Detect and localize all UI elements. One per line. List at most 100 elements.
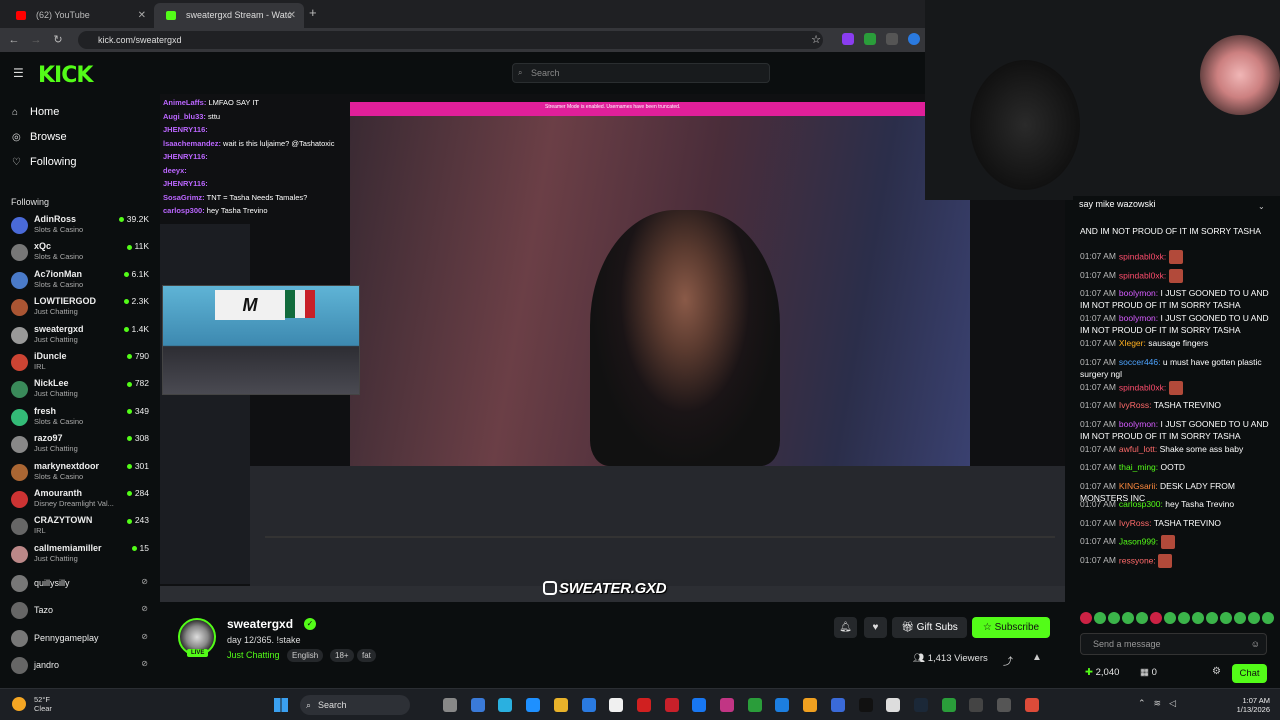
tag-18plus[interactable]: 18+ bbox=[330, 649, 354, 662]
chat-username[interactable]: boolymon: bbox=[1119, 288, 1158, 298]
stream-category[interactable]: Just Chatting bbox=[227, 650, 280, 660]
emote-icon[interactable] bbox=[1248, 612, 1260, 624]
emote-icon[interactable] bbox=[1220, 612, 1232, 624]
taskbar-app-icon[interactable] bbox=[1024, 698, 1039, 712]
chat-username[interactable]: spindabl0xk: bbox=[1119, 251, 1166, 261]
taskbar-app-icon[interactable] bbox=[775, 698, 790, 712]
chat-username[interactable]: soccer446: bbox=[1119, 357, 1161, 367]
clips-counter[interactable]: ▦ 0 bbox=[1140, 667, 1157, 678]
taskbar-app-icon[interactable] bbox=[858, 698, 873, 712]
chat-send-button[interactable]: Chat bbox=[1232, 664, 1267, 683]
system-tray[interactable]: ⌃≋◁ bbox=[1138, 698, 1184, 709]
chat-username[interactable]: awful_lott: bbox=[1119, 444, 1157, 454]
emote-icon[interactable] bbox=[1136, 612, 1148, 624]
taskbar-app-icon[interactable] bbox=[886, 698, 901, 712]
gift-subs-button[interactable]: 🎁︎ Gift Subs bbox=[892, 617, 967, 638]
chat-username[interactable]: boolymon: bbox=[1119, 313, 1158, 323]
share-icon[interactable]: ⤴ bbox=[1003, 653, 1013, 668]
emote-icon[interactable] bbox=[1094, 612, 1106, 624]
chat-input[interactable]: Send a message ☺ bbox=[1080, 633, 1267, 655]
reload-icon[interactable]: ↻ bbox=[50, 32, 66, 48]
close-icon[interactable]: ✕ bbox=[288, 3, 296, 28]
chat-username[interactable]: carlosp300: bbox=[1119, 499, 1163, 509]
tag-english[interactable]: English bbox=[287, 649, 324, 662]
windows-start-icon[interactable] bbox=[274, 698, 288, 712]
chat-username[interactable]: IvyRoss: bbox=[1119, 518, 1152, 528]
taskbar-app-icon[interactable] bbox=[636, 698, 651, 712]
tab-kick[interactable]: sweatergxd Stream - Watc ✕ bbox=[154, 3, 304, 28]
close-icon[interactable]: ✕ bbox=[138, 3, 146, 28]
nav-browse[interactable]: ◎ Browse bbox=[12, 131, 67, 143]
following-channel[interactable]: Ac7ionMan Slots & Casino 6.1K bbox=[0, 267, 160, 294]
pinned-message[interactable]: say mike wazowski bbox=[1079, 199, 1156, 209]
following-channel-offline[interactable]: jandro ⊘ bbox=[0, 652, 160, 679]
emote-icon[interactable] bbox=[1122, 612, 1134, 624]
taskbar-app-icon[interactable] bbox=[553, 698, 568, 712]
following-channel-offline[interactable]: Tazo ⊘ bbox=[0, 597, 160, 624]
emote-icon[interactable] bbox=[1164, 612, 1176, 624]
emote-icon[interactable] bbox=[1206, 612, 1218, 624]
following-channel[interactable]: iDuncle IRL 790 bbox=[0, 349, 160, 376]
taskbar-app-icon[interactable] bbox=[526, 698, 541, 712]
taskbar-app-icon[interactable] bbox=[941, 698, 956, 712]
chat-username[interactable]: spindabl0xk: bbox=[1119, 270, 1166, 280]
tab-youtube[interactable]: (62) YouTube ✕ bbox=[4, 3, 154, 28]
streamer-name[interactable]: sweatergxd bbox=[227, 617, 293, 631]
extension-icon[interactable] bbox=[908, 33, 920, 45]
following-channel[interactable]: fresh Slots & Casino 349 bbox=[0, 404, 160, 431]
chat-username[interactable]: thai_ming: bbox=[1119, 462, 1158, 472]
emote-icon[interactable] bbox=[1262, 612, 1274, 624]
heart-icon[interactable]: ♥ bbox=[864, 617, 887, 638]
following-channel[interactable]: xQc Slots & Casino 11K bbox=[0, 239, 160, 266]
search-input[interactable]: ⌕ Search bbox=[512, 63, 770, 83]
taskbar-app-icon[interactable] bbox=[803, 698, 818, 712]
taskbar-app-icon[interactable] bbox=[830, 698, 845, 712]
following-channel-offline[interactable]: Pennygameplay ⊘ bbox=[0, 625, 160, 652]
back-icon[interactable]: ← bbox=[6, 32, 22, 48]
taskbar-app-icon[interactable] bbox=[747, 698, 762, 712]
extension-icon[interactable] bbox=[886, 33, 898, 45]
hamburger-menu-icon[interactable]: ☰ bbox=[13, 66, 24, 80]
taskbar-app-icon[interactable] bbox=[969, 698, 984, 712]
report-icon[interactable]: ▲ bbox=[1032, 652, 1042, 663]
following-channel[interactable]: razo97 Just Chatting 308 bbox=[0, 431, 160, 458]
taskbar-app-icon[interactable] bbox=[720, 698, 734, 712]
following-channel[interactable]: markynextdoor Slots & Casino 301 bbox=[0, 459, 160, 486]
chat-username[interactable]: Jason999: bbox=[1119, 536, 1158, 546]
weather-widget[interactable]: 52°F Clear bbox=[34, 695, 52, 713]
extension-icon[interactable] bbox=[864, 33, 876, 45]
subscribe-button[interactable]: ☆ Subscribe bbox=[972, 617, 1050, 638]
taskbar-app-icon[interactable] bbox=[470, 698, 485, 712]
following-channel[interactable]: NickLee Just Chatting 782 bbox=[0, 376, 160, 403]
chat-username[interactable]: Xleger: bbox=[1119, 338, 1146, 348]
emote-icon[interactable] bbox=[1192, 612, 1204, 624]
tag-fat[interactable]: fat bbox=[357, 649, 376, 662]
following-channel[interactable]: AdinRoss Slots & Casino 39.2K bbox=[0, 212, 160, 239]
following-channel[interactable]: CRAZYTOWN IRL 243 bbox=[0, 513, 160, 540]
chat-username[interactable]: ressyone: bbox=[1119, 555, 1156, 565]
taskbar-app-icon[interactable] bbox=[913, 698, 928, 712]
taskbar-app-icon[interactable] bbox=[609, 698, 624, 712]
chat-username[interactable]: IvyRoss: bbox=[1119, 400, 1152, 410]
clock[interactable]: 1:07 AM 1/13/2026 bbox=[1236, 696, 1270, 714]
gear-icon[interactable]: ⚙ bbox=[1212, 666, 1221, 677]
following-channel[interactable]: sweatergxd Just Chatting 1.4K bbox=[0, 322, 160, 349]
forward-icon[interactable]: → bbox=[28, 32, 44, 48]
emoji-icon[interactable]: ☺ bbox=[1251, 634, 1260, 654]
emote-icon[interactable] bbox=[1234, 612, 1246, 624]
taskbar-app-icon[interactable] bbox=[692, 698, 707, 712]
taskbar-app-icon[interactable] bbox=[443, 698, 457, 712]
chevron-down-icon[interactable]: ⌄ bbox=[1258, 202, 1265, 211]
chat-username[interactable]: boolymon: bbox=[1119, 419, 1158, 429]
emote-icon[interactable] bbox=[1178, 612, 1190, 624]
extension-icon[interactable] bbox=[842, 33, 854, 45]
following-channel-offline[interactable]: quillysilly ⊘ bbox=[0, 570, 160, 597]
bookmark-star-icon[interactable]: ☆ bbox=[808, 32, 824, 48]
new-tab-button[interactable]: + bbox=[309, 5, 317, 20]
nav-home[interactable]: ⌂ Home bbox=[12, 106, 59, 118]
bell-icon[interactable]: 🔔︎ bbox=[834, 617, 857, 638]
taskbar-app-icon[interactable] bbox=[498, 698, 513, 712]
kick-logo[interactable]: KICK bbox=[38, 63, 93, 88]
taskbar-app-icon[interactable] bbox=[581, 698, 596, 712]
following-channel[interactable]: callmemiamiller Just Chatting 15 bbox=[0, 541, 160, 568]
